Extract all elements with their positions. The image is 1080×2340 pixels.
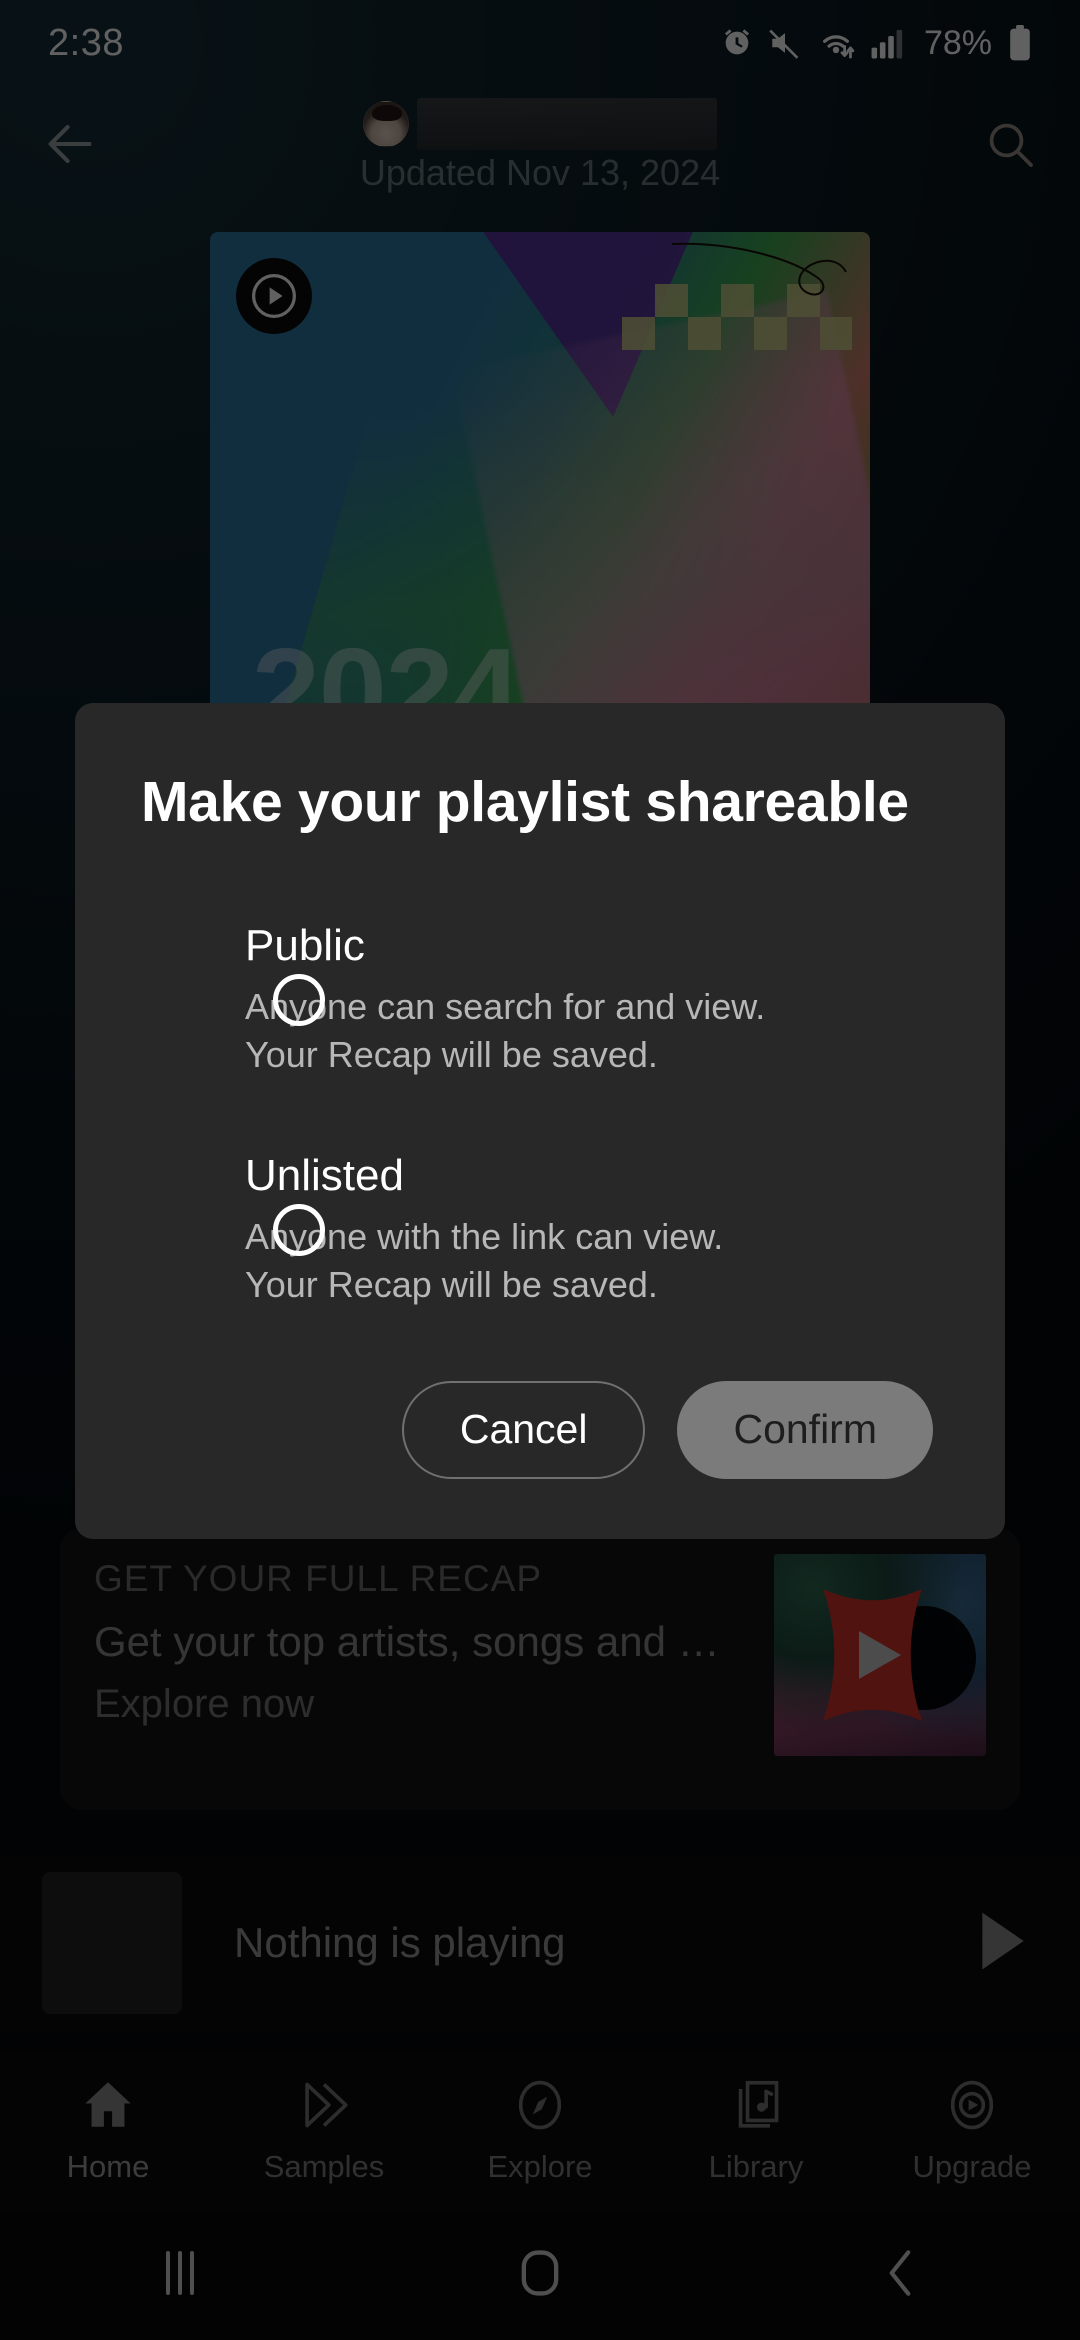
- option-public-description: Anyone can search for and view. Your Rec…: [245, 986, 766, 1075]
- cancel-button[interactable]: Cancel: [401, 1380, 646, 1479]
- share-playlist-dialog: Make your playlist shareable Public Anyo…: [75, 703, 1005, 1539]
- phone-screen: 2:38: [0, 0, 1080, 2340]
- visibility-option-list: Public Anyone can search for and view. Y…: [75, 921, 1005, 1309]
- dialog-actions: Cancel Confirm: [75, 1380, 1005, 1539]
- option-unlisted[interactable]: Unlisted Anyone with the link can view. …: [75, 1151, 1005, 1309]
- option-unlisted-description: Anyone with the link can view. Your Reca…: [245, 1215, 724, 1305]
- option-public[interactable]: Public Anyone can search for and view. Y…: [75, 921, 1005, 1079]
- option-public-body: Public Anyone can search for and view. Y…: [245, 921, 945, 1079]
- option-unlisted-label: Unlisted: [245, 1150, 404, 1200]
- option-public-label: Public: [245, 921, 365, 970]
- dialog-title: Make your playlist shareable: [141, 770, 909, 834]
- radio-unlisted[interactable]: [273, 1203, 325, 1256]
- radio-public[interactable]: [273, 973, 325, 1026]
- confirm-button[interactable]: Confirm: [677, 1380, 933, 1479]
- option-unlisted-body: Unlisted Anyone with the link can view. …: [245, 1151, 945, 1309]
